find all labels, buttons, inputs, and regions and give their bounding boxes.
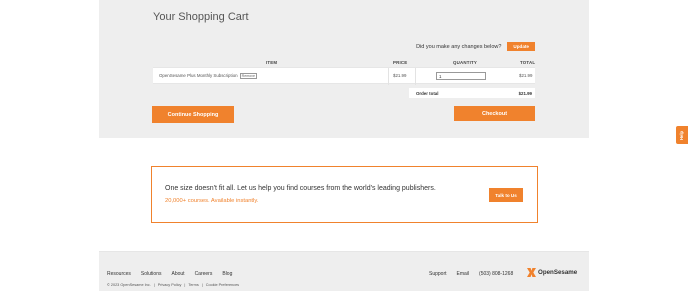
- column-header-total: TOTAL: [520, 60, 536, 65]
- promo-banner: One size doesn't fit all. Let us help yo…: [151, 166, 538, 223]
- page-title: Your Shopping Cart: [153, 11, 249, 23]
- help-tab[interactable]: Help: [676, 126, 688, 144]
- item-name-cell: OpenSesame Plus Monthly Subscription Remo…: [159, 73, 257, 79]
- footer-link-solutions[interactable]: Solutions: [141, 271, 162, 277]
- footer-nav: Resources Solutions About Careers Blog: [107, 271, 232, 277]
- column-divider: [388, 68, 389, 85]
- column-header-item: ITEM: [266, 60, 278, 65]
- copyright: © 2023 OpenSesame Inc.: [107, 283, 151, 287]
- remove-badge[interactable]: Remove: [239, 73, 257, 79]
- table-row: OpenSesame Plus Monthly Subscription Remo…: [153, 67, 535, 85]
- promo-headline: One size doesn't fit all. Let us help yo…: [165, 185, 436, 192]
- footer-link-blog[interactable]: Blog: [222, 271, 232, 277]
- shopping-cart-panel: Your Shopping Cart Did you make any chan…: [99, 0, 589, 138]
- order-total-label: Order total: [416, 91, 439, 96]
- footer-link-support[interactable]: Support: [429, 271, 447, 277]
- separator: |: [184, 283, 186, 287]
- privacy-policy-link[interactable]: Privacy Policy: [158, 283, 182, 287]
- footer-link-about[interactable]: About: [171, 271, 184, 277]
- item-name: OpenSesame Plus Monthly Subscription: [159, 73, 238, 78]
- promo-subtext: 20,000+ courses. Available instantly.: [165, 198, 259, 204]
- changes-row: Did you make any changes below? Update: [416, 42, 535, 51]
- item-price: $21.99: [393, 73, 407, 78]
- table-header: ITEM PRICE QUANTITY TOTAL: [153, 58, 535, 67]
- update-button[interactable]: Update: [507, 42, 535, 51]
- checkout-button[interactable]: Checkout: [454, 106, 535, 121]
- separator: |: [201, 283, 203, 287]
- footer-contact: Support Email (503) 808-1268: [429, 271, 513, 277]
- footer: Resources Solutions About Careers Blog S…: [99, 252, 589, 291]
- changes-prompt: Did you make any changes below?: [416, 43, 502, 50]
- footer-link-email[interactable]: Email: [457, 271, 470, 277]
- opensesame-logo-icon: [527, 268, 536, 277]
- cart-table: ITEM PRICE QUANTITY TOTAL OpenSesame Plu…: [153, 58, 535, 85]
- help-label: Help: [679, 130, 685, 140]
- footer-legal: © 2023 OpenSesame Inc. | Privacy Policy …: [107, 283, 239, 287]
- column-header-price: PRICE: [393, 60, 408, 65]
- talk-to-us-button[interactable]: Talk to Us: [489, 188, 523, 202]
- item-total: $21.99: [519, 73, 533, 78]
- column-header-quantity: QUANTITY: [453, 60, 478, 65]
- separator: |: [153, 283, 155, 287]
- quantity-input[interactable]: [436, 72, 486, 80]
- continue-shopping-button[interactable]: Continue Shopping: [152, 106, 234, 123]
- footer-phone[interactable]: (503) 808-1268: [479, 271, 513, 277]
- page: Your Shopping Cart Did you make any chan…: [0, 0, 688, 291]
- column-divider: [415, 68, 416, 85]
- footer-link-careers[interactable]: Careers: [195, 271, 213, 277]
- order-total-row: Order total $21.99: [409, 88, 535, 98]
- opensesame-logo[interactable]: OpenSesame: [527, 268, 577, 277]
- terms-link[interactable]: Terms: [188, 283, 198, 287]
- cookie-preferences-link[interactable]: Cookie Preferences: [206, 283, 239, 287]
- logo-text: OpenSesame: [538, 269, 578, 276]
- footer-link-resources[interactable]: Resources: [107, 271, 131, 277]
- order-total-value: $21.99: [518, 91, 532, 96]
